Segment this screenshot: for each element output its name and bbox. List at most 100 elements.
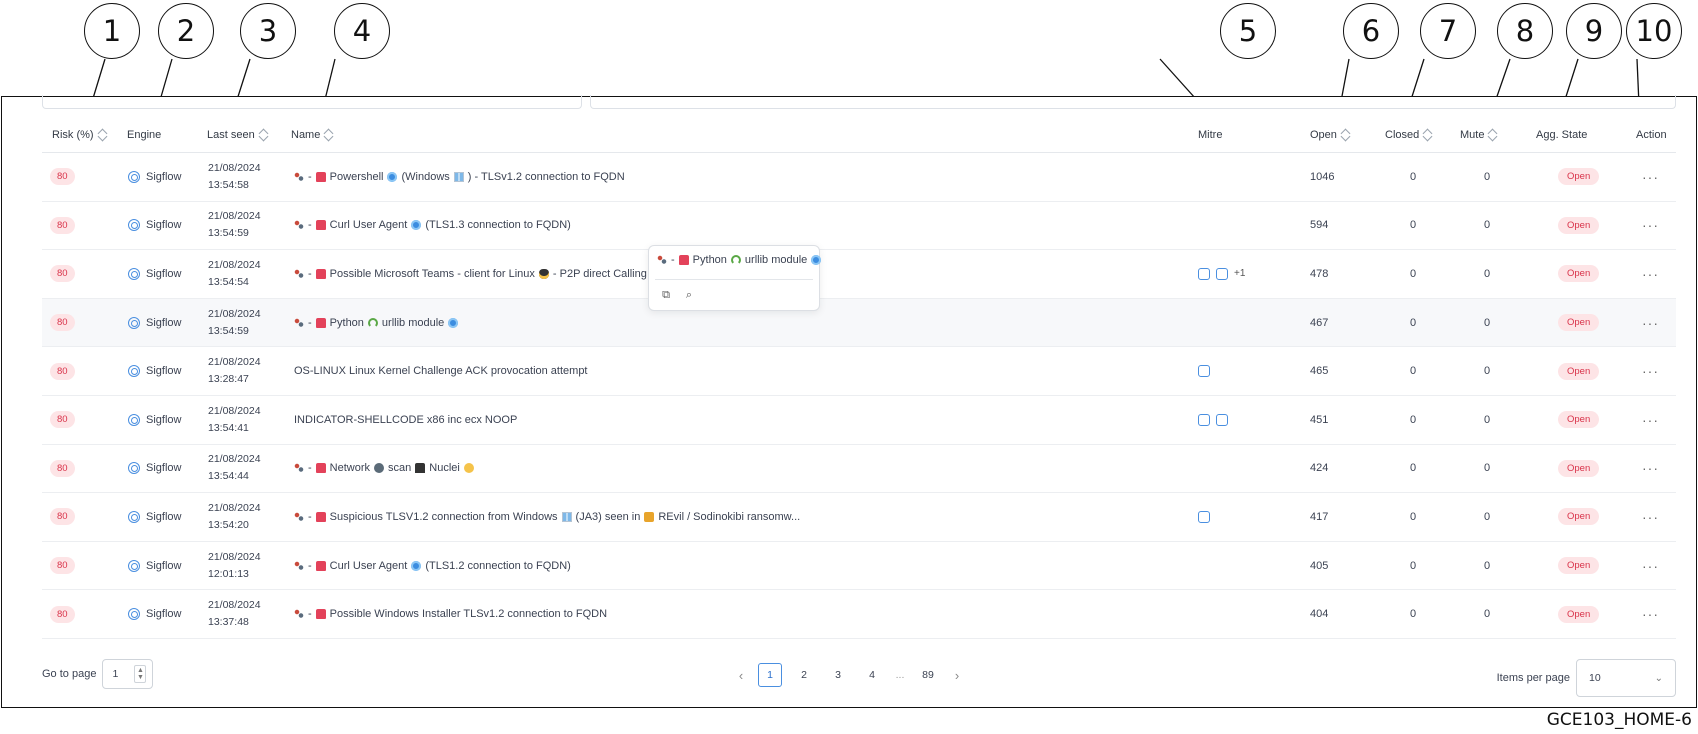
alert-name[interactable]: - Powershell (Windows) - TLSv1.2 connectio…: [292, 153, 627, 201]
more-actions-icon[interactable]: ···: [1642, 606, 1659, 622]
more-actions-icon[interactable]: ···: [1642, 412, 1659, 428]
page-stepper[interactable]: ▲ ▼: [134, 665, 147, 683]
table-row[interactable]: 80 Sigflow 21/08/2024 13:54:20 - Suspicious T…: [42, 493, 1676, 542]
open-count: 1046: [1310, 170, 1335, 183]
mitre-more-count[interactable]: +1: [1234, 268, 1245, 279]
agg-state-cell: Open: [1558, 493, 1600, 541]
more-actions-icon[interactable]: ···: [1642, 363, 1659, 379]
closed-count: 0: [1410, 413, 1417, 426]
table-row[interactable]: 80 Sigflow 21/08/2024 13:28:47 OS-LINUX Linu…: [42, 347, 1676, 396]
alert-name[interactable]: - Curl User Agent (TLS1.2 connection to FQ…: [292, 542, 573, 590]
alert-name[interactable]: - Possible Microsoft Teams - client for L…: [292, 250, 666, 298]
page-button[interactable]: 89: [916, 663, 940, 687]
alert-name-part: Network: [329, 462, 371, 475]
alert-name-part: (Windows: [401, 170, 450, 183]
more-actions-icon[interactable]: ···: [1642, 315, 1659, 331]
globe-icon: [387, 171, 398, 182]
antenna-icon[interactable]: [1198, 510, 1210, 523]
page-button[interactable]: 1: [758, 663, 782, 687]
last-seen-cell: 21/08/2024 13:37:48: [208, 590, 261, 638]
last-seen-time: 13:54:44: [208, 470, 249, 483]
closed-count: 0: [1410, 170, 1417, 183]
engine-name: Sigflow: [146, 413, 182, 426]
more-actions-icon[interactable]: ···: [1642, 558, 1659, 574]
table-row[interactable]: 80 Sigflow 21/08/2024 13:54:59 - Python urllib…: [42, 298, 1676, 348]
tooltip-text: - Python urllib module: [655, 254, 823, 266]
items-per-page-select[interactable]: 10 ⌄: [1576, 659, 1676, 697]
alert-name[interactable]: OS-LINUX Linux Kernel Challenge ACK prov…: [292, 347, 590, 395]
open-count: 594: [1310, 219, 1329, 232]
risk-cell: 80: [50, 202, 75, 250]
agg-state-cell: Open: [1558, 542, 1600, 590]
user-x-icon[interactable]: [1198, 267, 1210, 280]
column-last-seen[interactable]: Last seen: [207, 129, 268, 141]
alert-name[interactable]: - Network scan Nuclei: [292, 445, 476, 493]
table-row[interactable]: 80 Sigflow 21/08/2024 13:54:44 - Network scan N…: [42, 445, 1676, 494]
grid-icon[interactable]: [1198, 413, 1210, 426]
risk-badge: 80: [50, 557, 75, 575]
sort-icon[interactable]: [1488, 129, 1497, 141]
transfer-icon[interactable]: [1216, 413, 1228, 426]
action-cell: ···: [1642, 493, 1659, 541]
engine-name: Sigflow: [146, 608, 182, 621]
sigflow-icon: [128, 559, 140, 572]
column-closed[interactable]: Closed: [1385, 129, 1432, 141]
more-actions-icon[interactable]: ···: [1642, 169, 1659, 185]
alert-name[interactable]: - Python urllib module: [292, 299, 460, 347]
table-row[interactable]: 80 Sigflow 21/08/2024 13:54:54 - Possible Mic…: [42, 250, 1676, 299]
mute-count: 0: [1484, 267, 1491, 280]
agg-state-cell: Open: [1558, 445, 1600, 493]
filter-input-left[interactable]: [42, 95, 582, 109]
mitre-cell: [1198, 493, 1216, 541]
column-open[interactable]: Open: [1310, 129, 1350, 141]
table-row[interactable]: 80 Sigflow 21/08/2024 13:54:41 INDICATOR-SHE…: [42, 396, 1676, 445]
more-actions-icon[interactable]: ···: [1642, 509, 1659, 525]
table-row[interactable]: 80 Sigflow 21/08/2024 13:54:59 - Curl User Ag…: [42, 202, 1676, 251]
last-seen-date: 21/08/2024: [208, 453, 261, 466]
sort-icon[interactable]: [324, 129, 333, 141]
table-row[interactable]: 80 Sigflow 21/08/2024 13:37:48 - Possible Win…: [42, 590, 1676, 639]
last-seen-time: 13:54:54: [208, 275, 249, 288]
search-icon[interactable]: ⌕: [682, 288, 696, 302]
risk-cell: 80: [50, 590, 75, 638]
column-name[interactable]: Name: [291, 129, 333, 141]
page-button[interactable]: 2: [792, 663, 816, 687]
column-action-label: Action: [1636, 129, 1667, 141]
more-actions-icon[interactable]: ···: [1642, 460, 1659, 476]
stepper-down-icon[interactable]: ▼: [137, 674, 144, 681]
stepper-up-icon[interactable]: ▲: [137, 667, 144, 674]
engine-cell: Sigflow: [128, 493, 181, 541]
table-row[interactable]: 80 Sigflow 21/08/2024 12:01:13 - Curl User Ag…: [42, 542, 1676, 591]
alert-name[interactable]: - Curl User Agent (TLS1.3 connection to FQ…: [292, 202, 573, 250]
copy-icon[interactable]: ⧉: [659, 288, 673, 302]
alert-name[interactable]: - Possible Windows Installer TLSv1.2 conn…: [292, 590, 609, 638]
shield-icon[interactable]: [1216, 267, 1228, 280]
more-actions-icon[interactable]: ···: [1642, 266, 1659, 282]
page-button[interactable]: 4: [860, 663, 884, 687]
previous-page-icon[interactable]: ‹: [734, 663, 748, 687]
more-actions-icon[interactable]: ···: [1642, 217, 1659, 233]
filter-input-right[interactable]: [590, 95, 1676, 109]
column-mute[interactable]: Mute: [1460, 129, 1497, 141]
alert-name[interactable]: INDICATOR-SHELLCODE x86 inc ecx NOOP: [292, 396, 519, 444]
column-risk[interactable]: Risk (%): [52, 129, 107, 141]
items-per-page: Items per page 10 ⌄: [1497, 659, 1676, 697]
state-badge: Open: [1558, 314, 1600, 332]
table-row[interactable]: 80 Sigflow 21/08/2024 13:54:58 - Powershell (W…: [42, 153, 1676, 202]
page-button[interactable]: 3: [826, 663, 850, 687]
sort-icon[interactable]: [98, 129, 107, 141]
siren-icon: [315, 268, 326, 279]
state-badge: Open: [1558, 557, 1600, 575]
sort-icon[interactable]: [1423, 129, 1432, 141]
alert-name-part: -: [308, 170, 312, 183]
risk-badge: 80: [50, 314, 75, 332]
column-engine-label: Engine: [127, 129, 162, 141]
sort-icon[interactable]: [259, 129, 268, 141]
alert-name-part: (TLS1.2 connection to FQDN): [425, 559, 571, 572]
alert-name[interactable]: - Suspicious TLSV1.2 connection from Wind…: [292, 493, 802, 541]
sort-icon[interactable]: [1341, 129, 1350, 141]
user-x-icon[interactable]: [1198, 365, 1210, 378]
go-to-page-input[interactable]: 1 ▲ ▼: [102, 659, 154, 689]
next-page-icon[interactable]: ›: [950, 663, 964, 687]
state-badge: Open: [1558, 508, 1600, 526]
